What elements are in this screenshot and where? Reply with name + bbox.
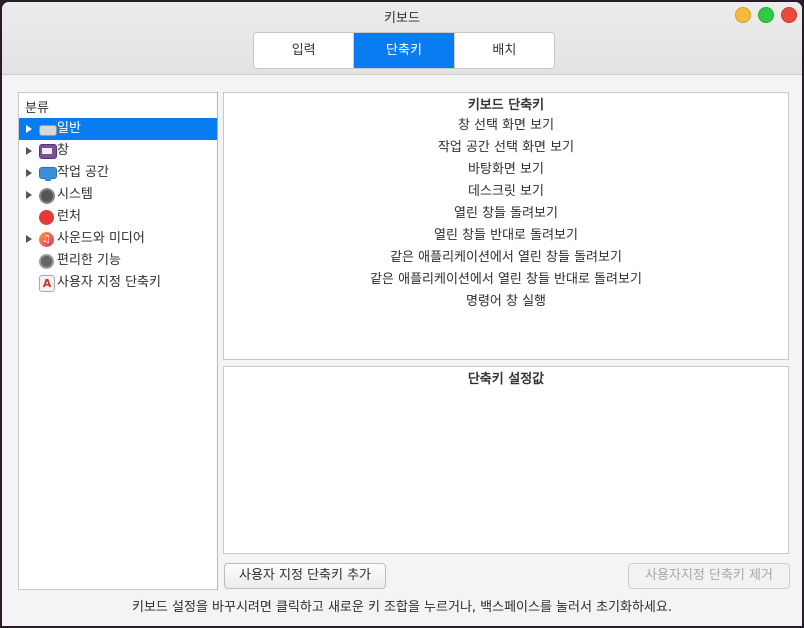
minimize-button[interactable] [735,7,751,23]
sidebar-item-label: 사용자 지정 단축키 [57,275,161,290]
expand-arrow-icon[interactable] [26,235,32,243]
keyboard-icon [39,125,57,136]
title-bar: 키보드 입력 단축키 배치 [2,2,802,75]
shortcut-list: 창 선택 화면 보기 작업 공간 선택 화면 보기 바탕화면 보기 데스크릿 보… [224,115,788,313]
list-item[interactable]: 명령어 창 실행 [224,291,788,313]
sidebar-item-label: 시스템 [57,187,93,202]
expand-arrow-icon[interactable] [26,169,32,177]
sidebar-item-media[interactable]: ♫ 사운드와 미디어 [19,228,217,250]
category-sidebar: 분류 일반 창 작업 공간 시스템 런처 ♫ 사운드와 미디어 편리한 기능 A… [18,92,218,590]
tab-input[interactable]: 입력 [254,33,354,68]
sidebar-item-label: 작업 공간 [57,165,109,180]
instruction-text: 키보드 설정을 바꾸시려면 클릭하고 새로운 키 조합을 누르거나, 백스페이스… [132,600,672,615]
workspace-icon [39,167,57,181]
custom-shortcut-icon: A [39,275,55,292]
remove-custom-shortcut-button[interactable]: 사용자지정 단축키 제거 [628,563,790,589]
sidebar-item-launcher[interactable]: 런처 [19,206,217,228]
shortcut-list-panel: 키보드 단축키 창 선택 화면 보기 작업 공간 선택 화면 보기 바탕화면 보… [223,92,789,360]
sidebar-item-custom-shortcuts[interactable]: A 사용자 지정 단축키 [19,272,217,294]
category-tree: 일반 창 작업 공간 시스템 런처 ♫ 사운드와 미디어 편리한 기능 A 사용… [19,118,217,294]
system-icon [39,188,55,204]
window-title: 키보드 [384,11,420,26]
media-icon: ♫ [39,232,54,247]
list-item[interactable]: 열린 창들 반대로 돌려보기 [224,225,788,247]
launcher-icon [39,210,54,225]
list-item[interactable]: 데스크릿 보기 [224,181,788,203]
tab-bar: 입력 단축키 배치 [253,32,555,69]
sidebar-item-system[interactable]: 시스템 [19,184,217,206]
list-item[interactable]: 열린 창들 돌려보기 [224,203,788,225]
add-custom-shortcut-button[interactable]: 사용자 지정 단축키 추가 [224,563,386,589]
close-button[interactable] [781,7,797,23]
sidebar-item-label: 창 [57,143,69,158]
shortcut-list-header: 키보드 단축키 [467,98,545,113]
list-item[interactable]: 창 선택 화면 보기 [224,115,788,137]
expand-arrow-icon[interactable] [26,125,32,133]
sidebar-item-workspace[interactable]: 작업 공간 [19,162,217,184]
sidebar-header: 분류 [25,101,49,116]
tab-layout[interactable]: 배치 [453,33,554,68]
window-icon [39,144,57,159]
sidebar-item-window[interactable]: 창 [19,140,217,162]
sidebar-item-label: 사운드와 미디어 [57,231,145,246]
list-item[interactable]: 작업 공간 선택 화면 보기 [224,137,788,159]
sidebar-item-general[interactable]: 일반 [19,118,217,140]
sidebar-item-accessibility[interactable]: 편리한 기능 [19,250,217,272]
sidebar-item-label: 일반 [57,121,81,136]
expand-arrow-icon[interactable] [26,191,32,199]
list-item[interactable]: 같은 애플리케이션에서 열린 창들 반대로 돌려보기 [224,269,788,291]
maximize-button[interactable] [758,7,774,23]
list-item[interactable]: 같은 애플리케이션에서 열린 창들 돌려보기 [224,247,788,269]
pane-splitter[interactable] [217,92,220,590]
list-item[interactable]: 바탕화면 보기 [224,159,788,181]
keyboard-settings-window: 키보드 입력 단축키 배치 분류 일반 창 작업 공간 시스템 런처 ♫ 사운드… [1,1,803,627]
accessibility-icon [39,254,54,269]
tab-shortcuts[interactable]: 단축키 [353,33,454,68]
sidebar-item-label: 편리한 기능 [57,253,121,268]
shortcut-values-header: 단축키 설정값 [467,372,545,387]
expand-arrow-icon[interactable] [26,147,32,155]
sidebar-item-label: 런처 [57,209,81,224]
shortcut-values-panel: 단축키 설정값 [223,366,789,554]
